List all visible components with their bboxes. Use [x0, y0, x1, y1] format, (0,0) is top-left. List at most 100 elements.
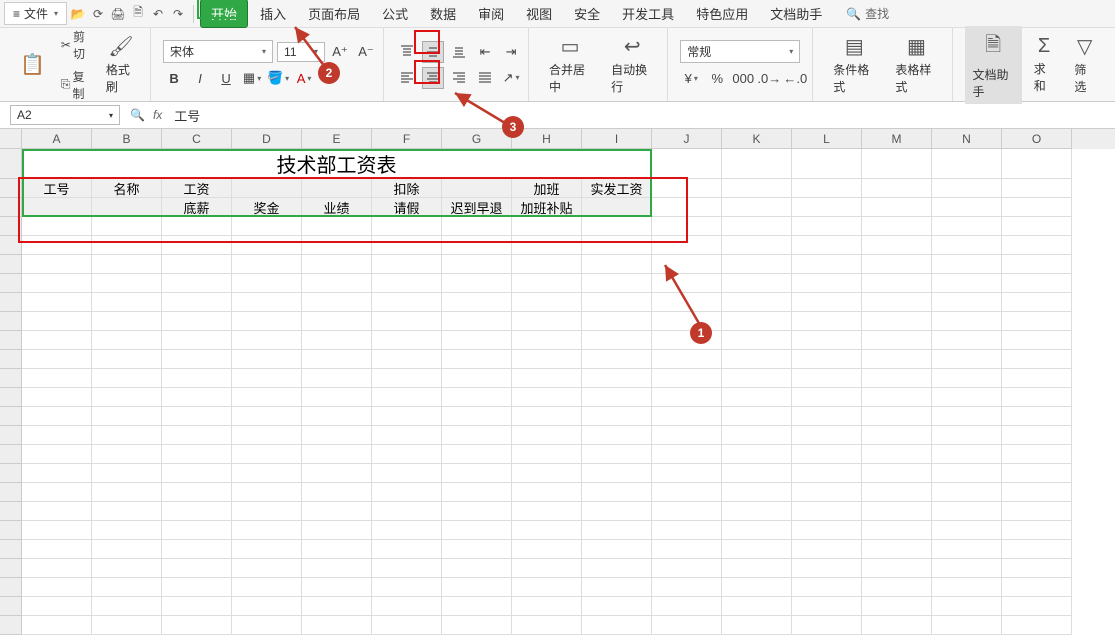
cell[interactable] [162, 578, 232, 597]
cell[interactable] [302, 407, 372, 426]
header-cell[interactable]: 请假 [372, 198, 442, 217]
cell[interactable] [232, 274, 302, 293]
cell[interactable] [372, 521, 442, 540]
cell[interactable] [1002, 149, 1072, 179]
cell[interactable] [92, 616, 162, 635]
search-box[interactable]: 🔍 查找 [846, 5, 889, 22]
cell[interactable] [862, 293, 932, 312]
cell[interactable] [932, 236, 1002, 255]
row-header[interactable] [0, 426, 22, 445]
cell[interactable] [652, 407, 722, 426]
cell[interactable] [442, 350, 512, 369]
cell[interactable] [232, 464, 302, 483]
cell[interactable] [652, 388, 722, 407]
cell[interactable] [232, 616, 302, 635]
cell[interactable] [372, 293, 442, 312]
cell[interactable] [722, 198, 792, 217]
cell[interactable] [302, 236, 372, 255]
cell[interactable] [232, 350, 302, 369]
cell[interactable] [372, 274, 442, 293]
cell[interactable] [862, 312, 932, 331]
cell[interactable] [722, 331, 792, 350]
cell[interactable] [652, 616, 722, 635]
header-cell[interactable]: 工资 [162, 179, 232, 198]
cell[interactable] [792, 198, 862, 217]
cell[interactable] [162, 217, 232, 236]
cell[interactable] [652, 255, 722, 274]
font-color-button[interactable]: A▾ [293, 67, 315, 89]
cell[interactable] [232, 369, 302, 388]
cell[interactable] [92, 483, 162, 502]
qat-open-icon[interactable]: 📂 [69, 5, 87, 23]
cell[interactable] [792, 312, 862, 331]
col-header[interactable]: G [442, 129, 512, 149]
align-bottom-icon[interactable] [448, 41, 470, 63]
comma-icon[interactable]: 000 [732, 67, 754, 89]
col-header[interactable]: K [722, 129, 792, 149]
header-cell[interactable]: 实发工资 [582, 179, 652, 198]
cell[interactable] [232, 521, 302, 540]
cell[interactable] [162, 388, 232, 407]
decrease-indent-icon[interactable]: ⇤ [474, 41, 496, 63]
col-header[interactable]: B [92, 129, 162, 149]
cell[interactable] [722, 559, 792, 578]
cell[interactable] [652, 350, 722, 369]
copy-button[interactable]: ⎘复制 [57, 66, 94, 104]
cell[interactable] [442, 483, 512, 502]
cell[interactable] [162, 445, 232, 464]
cell[interactable] [722, 502, 792, 521]
cell[interactable] [92, 597, 162, 616]
font-size-combo[interactable]: 11▾ [277, 42, 325, 62]
cell[interactable] [372, 388, 442, 407]
cell[interactable] [862, 149, 932, 179]
cell[interactable] [862, 331, 932, 350]
fill-color-button[interactable]: 🪣▾ [267, 67, 289, 89]
qat-print-icon[interactable]: 🖨 [109, 5, 127, 23]
cell[interactable] [932, 255, 1002, 274]
col-header[interactable]: J [652, 129, 722, 149]
cell[interactable] [582, 236, 652, 255]
cell[interactable] [652, 578, 722, 597]
cell[interactable] [652, 502, 722, 521]
cond-format-button[interactable]: ▤ 条件格式 [825, 30, 883, 99]
cell[interactable] [652, 149, 722, 179]
cell[interactable] [932, 217, 1002, 236]
cell[interactable] [722, 293, 792, 312]
cell[interactable] [442, 217, 512, 236]
cell[interactable] [22, 407, 92, 426]
cell[interactable] [862, 369, 932, 388]
cell[interactable] [512, 407, 582, 426]
cell[interactable] [862, 217, 932, 236]
cell[interactable] [1002, 445, 1072, 464]
col-header[interactable]: M [862, 129, 932, 149]
cell[interactable] [792, 331, 862, 350]
sum-button[interactable]: Σ 求和 [1026, 31, 1063, 98]
cell[interactable] [792, 426, 862, 445]
col-header[interactable]: D [232, 129, 302, 149]
cell[interactable] [22, 388, 92, 407]
header-cell[interactable] [232, 179, 302, 198]
cell[interactable] [92, 274, 162, 293]
cell[interactable] [442, 464, 512, 483]
row-header[interactable] [0, 616, 22, 635]
cell[interactable] [162, 274, 232, 293]
cell[interactable] [372, 369, 442, 388]
row-header[interactable] [0, 293, 22, 312]
qat-save-icon[interactable]: ⟳ [89, 5, 107, 23]
table-style-button[interactable]: ▦ 表格样式 [887, 30, 945, 99]
cell[interactable] [862, 274, 932, 293]
justify-icon[interactable] [474, 67, 496, 89]
row-header[interactable] [0, 274, 22, 293]
cell[interactable] [22, 578, 92, 597]
cell[interactable] [162, 293, 232, 312]
cell[interactable] [722, 149, 792, 179]
cell[interactable] [372, 426, 442, 445]
cell[interactable] [92, 331, 162, 350]
cell[interactable] [582, 540, 652, 559]
cell[interactable] [162, 483, 232, 502]
cell[interactable] [372, 407, 442, 426]
cell[interactable] [162, 521, 232, 540]
merge-center-button[interactable]: ▭ 合并居中 [541, 30, 599, 99]
cell[interactable] [582, 217, 652, 236]
cell[interactable] [512, 331, 582, 350]
